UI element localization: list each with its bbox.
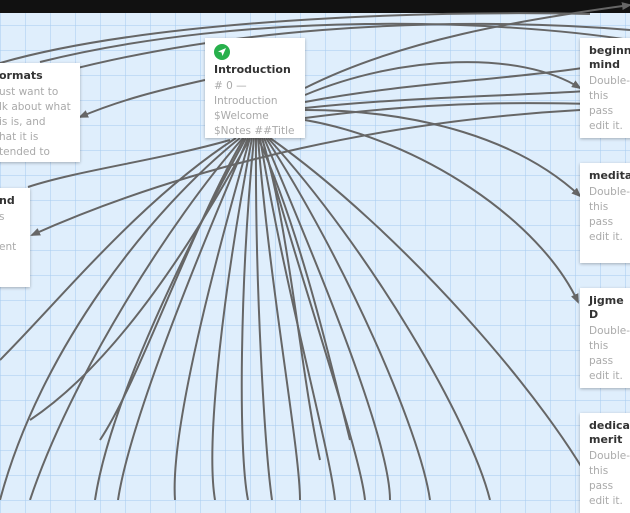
passage-card-left-second[interactable]: nd s ent bbox=[0, 188, 30, 287]
passage-card-meditation[interactable]: meditat Double- this pass edit it. bbox=[580, 163, 630, 263]
passage-title: dedicat merit bbox=[589, 419, 630, 446]
passage-title: meditat bbox=[589, 169, 630, 182]
passage-excerpt: Double- this pass edit it. bbox=[589, 325, 630, 382]
passage-card-jigme[interactable]: Jigme D Double- this pass edit it. bbox=[580, 288, 630, 388]
passage-title: ormats bbox=[0, 69, 43, 82]
passage-card-dedication[interactable]: dedicat merit Double- this pass edit it. bbox=[580, 413, 630, 513]
passage-card-formats[interactable]: ormats ust want to lk about what is is, … bbox=[0, 63, 80, 162]
passage-excerpt: ust want to lk about what is is, and hat… bbox=[0, 86, 71, 158]
passage-title: beginne mind bbox=[589, 44, 630, 71]
passage-card-beginners-mind[interactable]: beginne mind Double- this pass edit it. bbox=[580, 38, 630, 138]
passage-title: nd bbox=[0, 194, 15, 207]
passage-title: Introduction bbox=[214, 63, 291, 76]
passage-excerpt: s ent bbox=[0, 211, 17, 253]
passage-links bbox=[0, 2, 630, 500]
rocket-icon bbox=[214, 44, 230, 60]
passage-excerpt: Double- this pass edit it. bbox=[589, 75, 630, 132]
passage-excerpt: # 0 — Introduction $Welcome $Notes ##Tit… bbox=[214, 80, 295, 137]
passage-card-introduction[interactable]: Introduction # 0 — Introduction $Welcome… bbox=[205, 38, 305, 138]
passage-excerpt: Double- this pass edit it. bbox=[589, 450, 630, 507]
start-passage-icon bbox=[218, 48, 226, 56]
passage-title: Jigme D bbox=[589, 294, 624, 321]
passage-excerpt: Double- this pass edit it. bbox=[589, 186, 630, 243]
